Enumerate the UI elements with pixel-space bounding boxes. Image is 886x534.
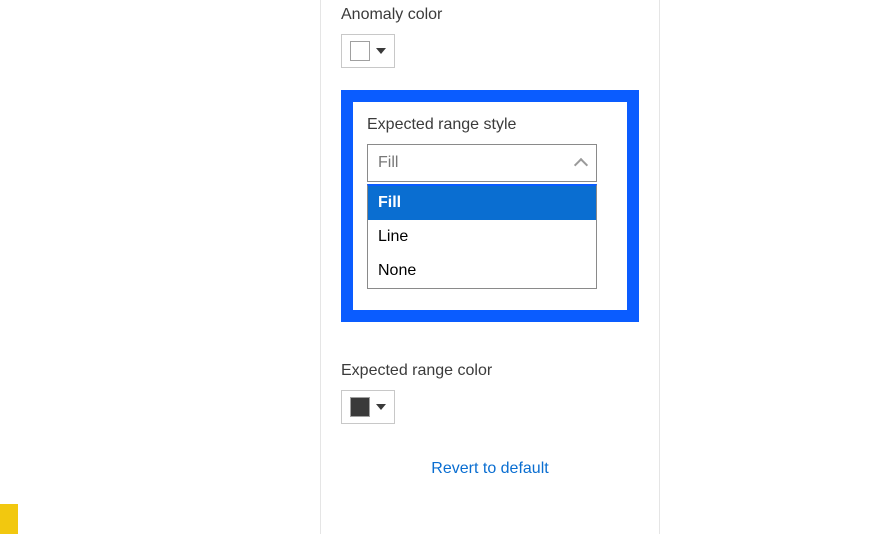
expected-range-style-dropdown[interactable]: Fill Fill Line None [367,144,613,182]
dropdown-item-line[interactable]: Line [368,220,596,254]
caret-down-icon [376,48,386,54]
anomaly-color-label: Anomaly color [341,6,639,24]
revert-to-default-label: Revert to default [431,460,548,477]
expected-range-color-label: Expected range color [341,362,639,380]
caret-down-icon [376,404,386,410]
chevron-up-icon [574,158,588,172]
dropdown-selected[interactable]: Fill [367,144,597,182]
revert-to-default[interactable]: Revert to default [341,460,639,478]
dropdown-list: Fill Line None [367,184,597,289]
dropdown-item-none[interactable]: None [368,254,596,288]
expected-range-color-swatch [350,397,370,417]
panel-scrollbar[interactable] [647,0,659,534]
yellow-accent-bar [0,504,18,534]
expected-range-style-label: Expected range style [367,116,613,134]
dropdown-item-fill[interactable]: Fill [368,186,596,220]
expected-range-style-highlight: Expected range style Fill Fill Line None [341,90,639,322]
anomaly-color-swatch [350,41,370,61]
format-panel: Anomaly color Expected range style Fill … [320,0,660,534]
anomaly-color-picker[interactable] [341,34,395,68]
expected-range-color-picker[interactable] [341,390,395,424]
dropdown-selected-text: Fill [378,154,398,172]
canvas-area [0,0,320,534]
